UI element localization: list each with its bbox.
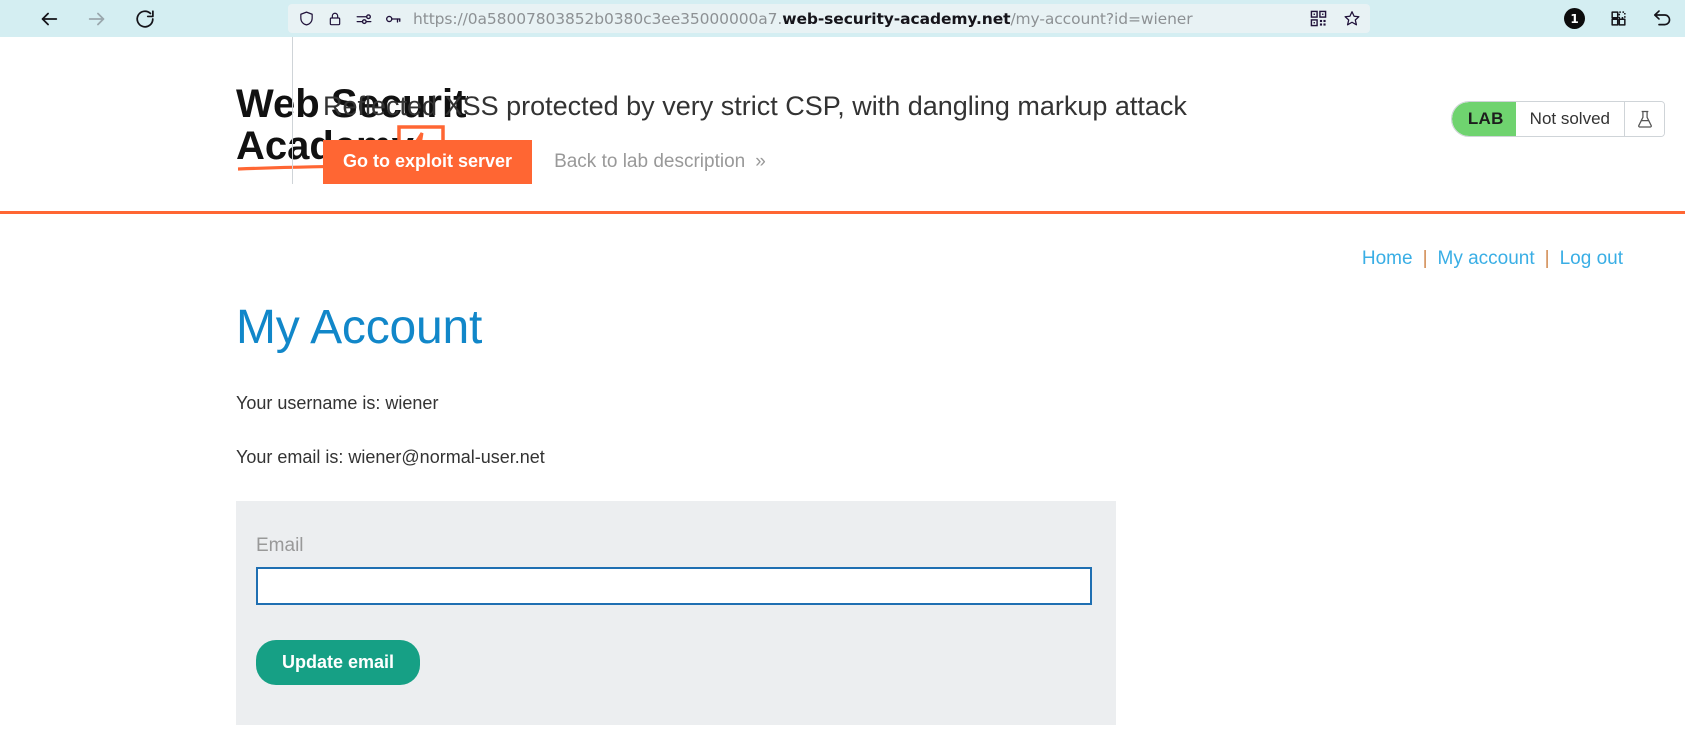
key-icon[interactable] [384, 10, 402, 28]
double-chevron-right-icon: » [755, 150, 765, 172]
account-topnav: Home | My account | Log out [0, 214, 1685, 270]
email-field-label: Email [256, 535, 304, 556]
nav-link-my-account[interactable]: My account [1438, 248, 1535, 269]
navigation-buttons [36, 6, 158, 32]
lab-status-state: Not solved [1515, 102, 1624, 136]
email-line: Your email is: wiener@normal-user.net [236, 447, 545, 467]
lock-icon [326, 10, 344, 28]
page-title: My Account [236, 301, 483, 354]
update-email-form: Email Update email [236, 501, 1116, 725]
url-text[interactable]: https://0a58007803852b0380c3ee35000000a7… [413, 10, 1290, 28]
flask-icon [1624, 102, 1664, 136]
lab-header: Web Security Academy Reflected XSS prote… [0, 37, 1685, 214]
forward-button[interactable] [84, 6, 110, 32]
bookmark-star-icon[interactable] [1343, 10, 1361, 28]
nav-link-home[interactable]: Home [1362, 248, 1413, 269]
address-bar[interactable]: https://0a58007803852b0380c3ee35000000a7… [288, 4, 1370, 33]
back-to-lab-description-link[interactable]: Back to lab description » [554, 150, 766, 173]
browser-toolbar: https://0a58007803852b0380c3ee35000000a7… [0, 0, 1685, 37]
notification-badge[interactable]: 1 [1564, 8, 1585, 29]
lab-title: Reflected XSS protected by very strict C… [323, 91, 1187, 121]
url-path: /my-account?id=wiener [1010, 9, 1193, 28]
back-button[interactable] [36, 6, 62, 32]
academy-logo[interactable]: Web Security Academy [0, 37, 468, 175]
reload-button[interactable] [132, 6, 158, 32]
toolbar-right-icons: 1 [1564, 0, 1673, 37]
url-domain: web-security-academy.net [782, 9, 1011, 28]
qr-code-icon[interactable] [1309, 10, 1327, 28]
lab-status-widget[interactable]: LAB Not solved [1450, 101, 1665, 137]
go-to-exploit-server-button[interactable]: Go to exploit server [323, 140, 533, 184]
nav-separator-2: | [1544, 248, 1550, 269]
nav-separator-1: | [1422, 248, 1428, 269]
nav-link-log-out[interactable]: Log out [1560, 248, 1623, 269]
permissions-icon[interactable] [355, 10, 373, 28]
history-back-icon[interactable] [1651, 8, 1673, 30]
lab-status-tag: LAB [1451, 102, 1516, 136]
back-link-label: Back to lab description [554, 150, 746, 172]
account-content: My Account Your username is: wiener Your… [0, 270, 1685, 725]
lab-actions: Go to exploit server Back to lab descrip… [323, 140, 1685, 184]
url-prefix: https://0a58007803852b0380c3ee35000000a7… [413, 9, 783, 28]
update-email-button[interactable]: Update email [256, 640, 421, 685]
email-input[interactable] [256, 567, 1092, 605]
shield-icon [297, 10, 315, 28]
page-body: Home | My account | Log out My Account Your … [0, 214, 1685, 741]
username-line: Your username is: wiener [236, 393, 439, 413]
extension-icon[interactable] [1607, 8, 1629, 30]
